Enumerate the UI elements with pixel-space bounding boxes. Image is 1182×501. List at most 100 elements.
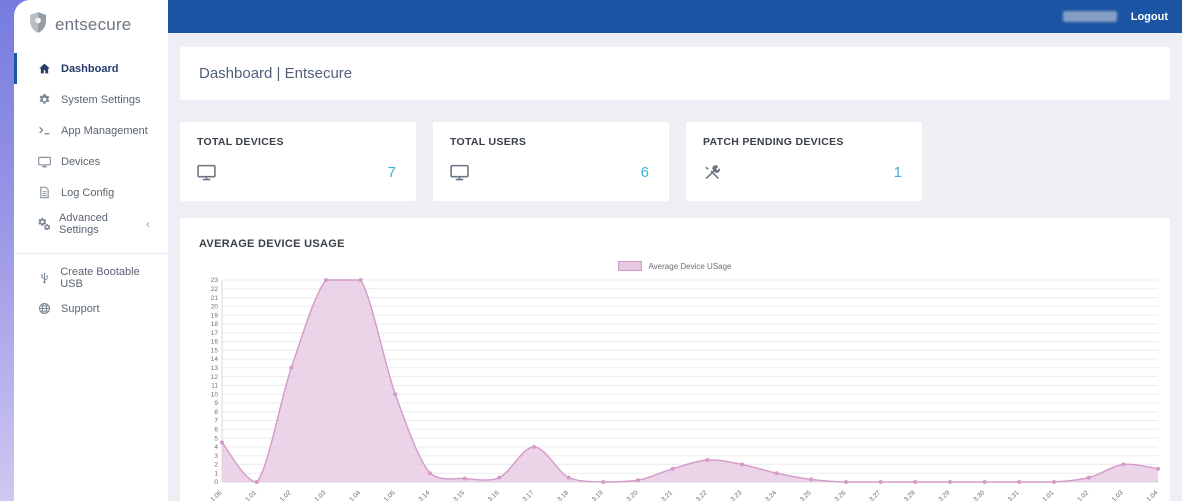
svg-text:12: 12	[211, 374, 219, 381]
brand-logo[interactable]: entsecure	[14, 0, 168, 49]
stat-card-total-users: TOTAL USERS 6	[433, 122, 669, 201]
svg-text:6: 6	[214, 427, 218, 434]
usage-chart: 012345678910111213141516171819202122231.…	[192, 274, 1170, 501]
chart-card: AVERAGE DEVICE USAGE Average Device USag…	[180, 218, 1170, 501]
gear-icon	[37, 93, 52, 106]
svg-text:3.19: 3.19	[591, 489, 605, 501]
stat-value: 6	[641, 164, 653, 181]
sidebar-item-label: App Management	[61, 125, 148, 137]
sidebar: entsecure Dashboard System Settings App …	[14, 0, 168, 501]
home-icon	[37, 62, 52, 75]
svg-text:3.23: 3.23	[730, 489, 744, 501]
stat-card-total-devices: TOTAL DEVICES 7	[180, 122, 416, 201]
page-title-card: Dashboard | Entsecure	[180, 47, 1170, 100]
sidebar-item-dashboard[interactable]: Dashboard	[14, 53, 168, 84]
brand-name: entsecure	[55, 15, 131, 35]
user-menu-redacted[interactable]	[1063, 11, 1117, 22]
sidebar-divider	[14, 253, 168, 254]
svg-text:16: 16	[211, 339, 219, 346]
monitor-icon	[197, 164, 216, 181]
sidebar-item-label: Log Config	[61, 187, 114, 199]
svg-text:3.14: 3.14	[418, 489, 432, 501]
sidebar-item-devices[interactable]: Devices	[14, 146, 168, 177]
svg-text:21: 21	[211, 295, 219, 302]
stat-value: 1	[894, 164, 906, 181]
chart-title: AVERAGE DEVICE USAGE	[180, 218, 1170, 250]
svg-text:1.05: 1.05	[383, 489, 397, 501]
sidebar-item-app-management[interactable]: App Management	[14, 115, 168, 146]
svg-text:17: 17	[211, 330, 219, 337]
sidebar-item-label: Create Bootable USB	[60, 266, 160, 290]
svg-text:3.17: 3.17	[522, 489, 536, 501]
svg-text:2: 2	[214, 462, 218, 469]
svg-text:1.01: 1.01	[244, 489, 258, 501]
svg-text:0: 0	[214, 479, 218, 486]
svg-text:1.04: 1.04	[348, 489, 362, 501]
stat-label: PATCH PENDING DEVICES	[703, 136, 906, 148]
svg-text:1.03: 1.03	[314, 489, 328, 501]
sidebar-item-label: System Settings	[61, 94, 140, 106]
sidebar-item-log-config[interactable]: Log Config	[14, 177, 168, 208]
terminal-icon	[37, 124, 52, 137]
svg-text:5: 5	[214, 435, 218, 442]
svg-text:1.03: 1.03	[1111, 489, 1125, 501]
sidebar-item-label: Advanced Settings	[59, 212, 137, 236]
svg-text:1.04: 1.04	[1146, 489, 1160, 501]
sidebar-nav: Dashboard System Settings App Management…	[14, 53, 168, 324]
svg-text:3.21: 3.21	[660, 489, 674, 501]
svg-text:3.24: 3.24	[764, 489, 778, 501]
svg-text:4: 4	[214, 444, 218, 451]
globe-icon	[37, 302, 52, 315]
sidebar-item-label: Dashboard	[61, 63, 118, 75]
svg-text:3.15: 3.15	[452, 489, 466, 501]
sidebar-item-label: Support	[61, 303, 100, 315]
legend-label: Average Device USage	[648, 262, 731, 271]
stat-label: TOTAL DEVICES	[197, 136, 400, 148]
svg-text:3.29: 3.29	[938, 489, 952, 501]
usb-icon	[37, 271, 51, 284]
svg-text:15: 15	[211, 348, 219, 355]
legend-swatch	[618, 261, 642, 271]
svg-text:9: 9	[214, 400, 218, 407]
svg-text:1.02: 1.02	[279, 489, 293, 501]
svg-text:14: 14	[211, 356, 219, 363]
svg-text:1.02: 1.02	[1076, 489, 1090, 501]
stat-value: 7	[388, 164, 400, 181]
svg-text:7: 7	[214, 418, 218, 425]
svg-text:13: 13	[211, 365, 219, 372]
chevron-left-icon: ‹	[146, 217, 160, 231]
svg-text:18: 18	[211, 321, 219, 328]
svg-text:3.30: 3.30	[972, 489, 986, 501]
sidebar-item-advanced-settings[interactable]: Advanced Settings ‹	[14, 208, 168, 239]
svg-text:3: 3	[214, 453, 218, 460]
svg-text:3.22: 3.22	[695, 489, 709, 501]
svg-text:3.25: 3.25	[799, 489, 813, 501]
sidebar-item-system-settings[interactable]: System Settings	[14, 84, 168, 115]
svg-text:1.06: 1.06	[210, 489, 224, 501]
sidebar-item-support[interactable]: Support	[14, 293, 168, 324]
monitor-icon	[37, 156, 52, 168]
svg-text:23: 23	[211, 277, 219, 284]
top-header: Logout	[168, 0, 1182, 33]
sidebar-item-label: Devices	[61, 156, 100, 168]
svg-text:11: 11	[211, 383, 218, 390]
svg-text:3.18: 3.18	[556, 489, 570, 501]
stat-label: TOTAL USERS	[450, 136, 653, 148]
gears-icon	[37, 217, 50, 230]
shield-icon	[28, 11, 48, 39]
svg-text:3.27: 3.27	[868, 489, 882, 501]
svg-text:3.28: 3.28	[903, 489, 917, 501]
svg-text:22: 22	[211, 286, 219, 293]
stat-card-patch-pending-devices: PATCH PENDING DEVICES 1	[686, 122, 922, 201]
svg-text:10: 10	[211, 391, 219, 398]
tools-icon	[703, 164, 722, 181]
sidebar-item-create-bootable-usb[interactable]: Create Bootable USB	[14, 262, 168, 293]
svg-text:3.20: 3.20	[626, 489, 640, 501]
svg-text:1: 1	[214, 470, 218, 477]
svg-text:8: 8	[214, 409, 218, 416]
svg-text:20: 20	[211, 304, 219, 311]
logout-button[interactable]: Logout	[1131, 11, 1168, 23]
log-file-icon	[37, 186, 52, 199]
chart-legend[interactable]: Average Device USage	[180, 260, 1170, 272]
svg-text:3.26: 3.26	[834, 489, 848, 501]
